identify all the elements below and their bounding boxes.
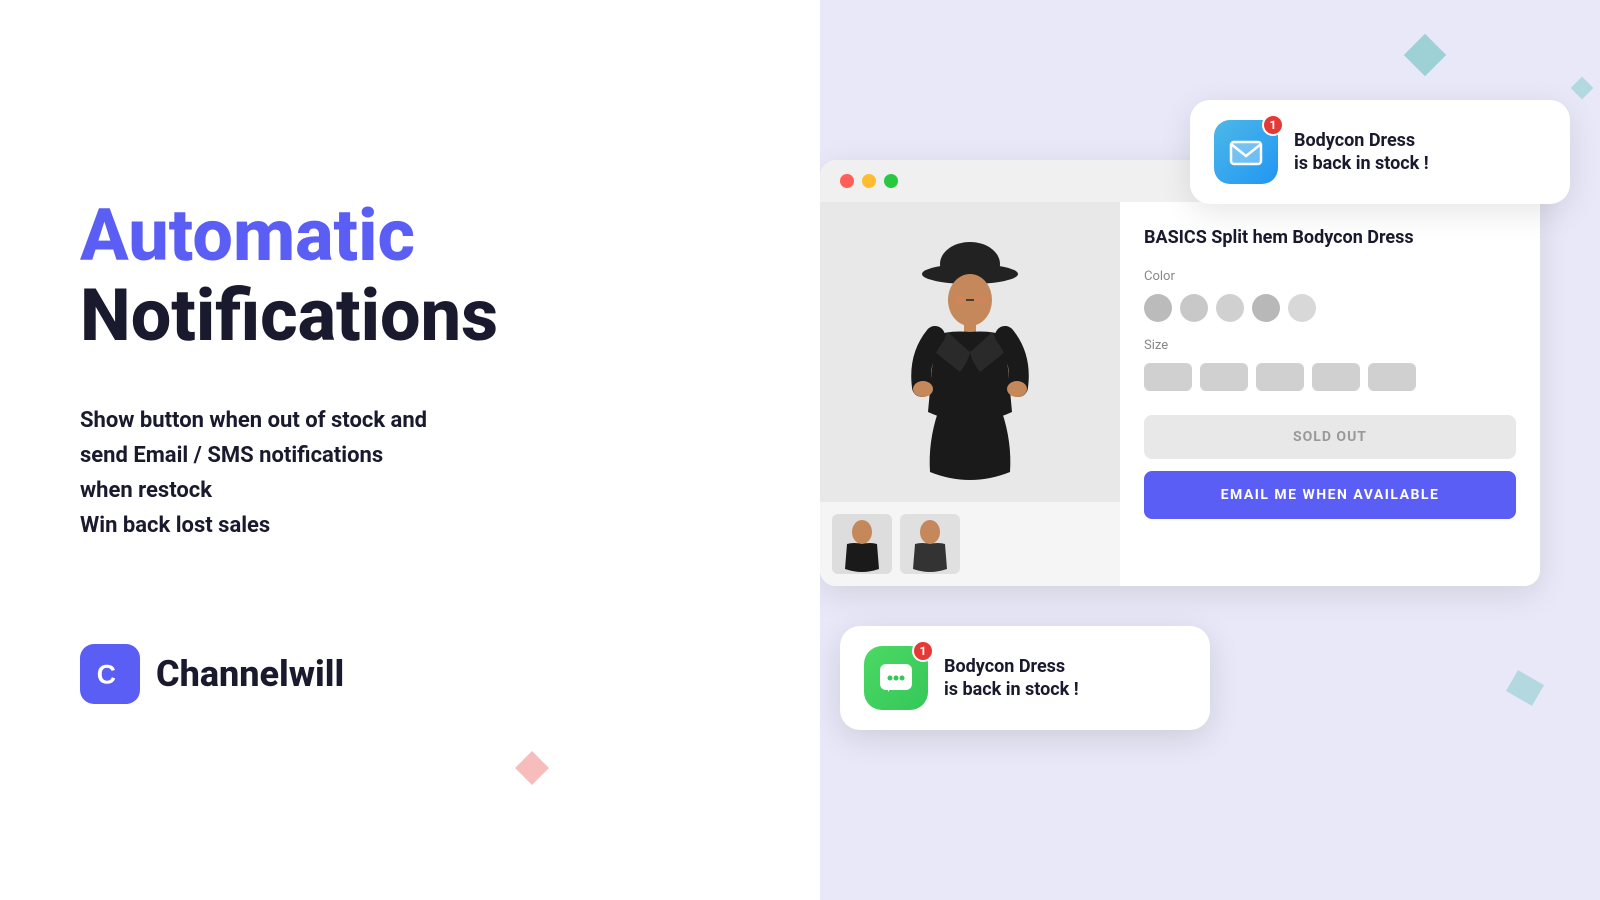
sold-out-button: SOLD OUT: [1144, 415, 1516, 459]
dot-red: [840, 174, 854, 188]
color-label: Color: [1144, 269, 1516, 284]
sms-notification-card: 1 Bodycon Dress is back in stock !: [840, 626, 1210, 730]
product-details: BASICS Split hem Bodycon Dress Color Siz…: [1120, 202, 1540, 586]
email-available-button[interactable]: EMAIL ME WHEN AVAILABLE: [1144, 471, 1516, 519]
sms-notif-text: Bodycon Dress is back in stock !: [944, 655, 1079, 702]
deco-teal-3: [1506, 670, 1544, 706]
size-xs[interactable]: [1144, 363, 1192, 391]
logo-text: Channelwill: [156, 653, 344, 695]
deco-teal-2: [1571, 77, 1594, 100]
product-thumbnails: [820, 502, 1120, 586]
product-image-svg: [880, 212, 1060, 492]
left-panel: Automatic Notifications Show button when…: [0, 0, 820, 900]
sms-icon-wrapper: 1: [864, 646, 928, 710]
product-title: BASICS Split hem Bodycon Dress: [1144, 226, 1516, 249]
sms-badge: 1: [912, 640, 934, 662]
size-options: [1144, 363, 1516, 391]
email-notif-text: Bodycon Dress is back in stock !: [1294, 129, 1429, 176]
channelwill-logo-icon: C: [80, 644, 140, 704]
size-s[interactable]: [1200, 363, 1248, 391]
product-main-image: [820, 202, 1120, 502]
hero-title-purple: Automatic: [80, 196, 740, 275]
deco-teal-1: [1404, 34, 1446, 76]
logo-area: C Channelwill: [80, 644, 740, 704]
thumbnail-1: [832, 514, 892, 574]
dot-green: [884, 174, 898, 188]
product-image-area: [820, 202, 1120, 586]
color-swatches: [1144, 294, 1516, 322]
size-label: Size: [1144, 338, 1516, 353]
swatch-3[interactable]: [1216, 294, 1244, 322]
size-m[interactable]: [1256, 363, 1304, 391]
email-icon-wrapper: 1: [1214, 120, 1278, 184]
swatch-4[interactable]: [1252, 294, 1280, 322]
svg-text:C: C: [97, 659, 116, 689]
swatch-2[interactable]: [1180, 294, 1208, 322]
swatch-1[interactable]: [1144, 294, 1172, 322]
right-panel: 1 Bodycon Dress is back in stock !: [820, 0, 1600, 900]
size-l[interactable]: [1312, 363, 1360, 391]
size-xl[interactable]: [1368, 363, 1416, 391]
browser-card: BASICS Split hem Bodycon Dress Color Siz…: [820, 160, 1540, 586]
email-notification-card: 1 Bodycon Dress is back in stock !: [1190, 100, 1570, 204]
thumbnail-2: [900, 514, 960, 574]
email-badge: 1: [1262, 114, 1284, 136]
hero-title-black: Notifications: [80, 276, 740, 355]
hero-description: Show button when out of stock and send E…: [80, 403, 740, 544]
swatch-5[interactable]: [1288, 294, 1316, 322]
deco-pink-shape: [515, 751, 549, 785]
browser-content: BASICS Split hem Bodycon Dress Color Siz…: [820, 202, 1540, 586]
dot-yellow: [862, 174, 876, 188]
